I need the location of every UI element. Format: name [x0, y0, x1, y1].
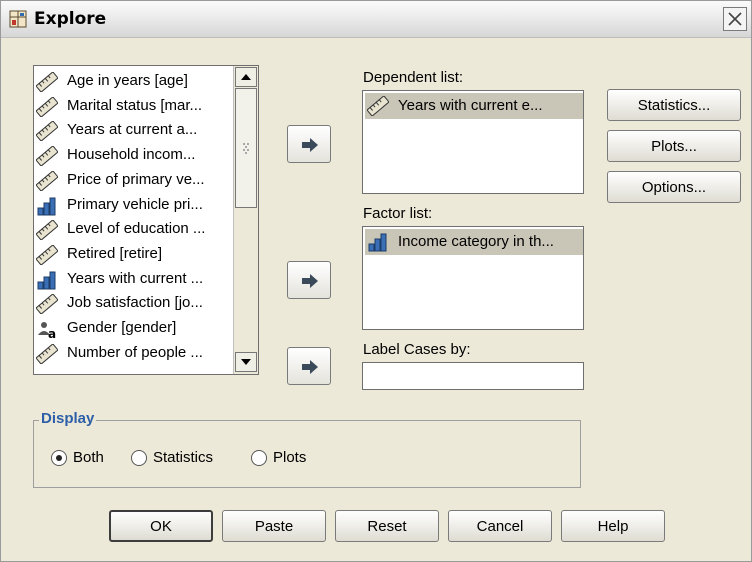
dependent-list-box[interactable]: Years with current e... [362, 90, 584, 194]
variable-list-item[interactable]: Household incom... [36, 144, 234, 167]
display-group-title: Display [39, 410, 97, 427]
radio-circle [131, 450, 147, 466]
label-cases-field[interactable] [362, 362, 584, 390]
triangle-up-icon [241, 74, 251, 80]
radio-plots-label: Plots [273, 449, 307, 466]
triangle-down-icon [241, 359, 251, 365]
grip-icon [243, 143, 249, 154]
arrow-right-icon [302, 138, 318, 152]
variable-list-item[interactable]: Years with current ... [36, 268, 234, 291]
explore-app-icon [9, 10, 27, 28]
radio-circle [51, 450, 67, 466]
help-button[interactable]: Help [561, 510, 665, 542]
variable-list-item[interactable]: Retired [retire] [36, 243, 234, 266]
arrow-right-icon [302, 274, 318, 288]
scroll-thumb[interactable] [235, 88, 257, 208]
variable-list-scrollbar[interactable] [233, 66, 258, 374]
variable-label: Household incom... [67, 146, 196, 164]
title-bar[interactable]: Explore [1, 1, 751, 38]
scale-ruler-icon [36, 96, 58, 117]
plots-button[interactable]: Plots... [607, 130, 741, 162]
variable-list-item[interactable]: Marital status [mar... [36, 95, 234, 118]
radio-statistics-label: Statistics [153, 449, 214, 466]
close-button[interactable] [723, 7, 747, 31]
statistics-button[interactable]: Statistics... [607, 89, 741, 121]
ordinal-bars-icon [37, 271, 56, 290]
scale-ruler-icon [36, 343, 58, 364]
variable-label: Number of people ... [67, 343, 203, 361]
arrow-right-icon [302, 360, 318, 374]
scale-ruler-icon [36, 121, 58, 142]
variable-label: Age in years [age] [67, 72, 188, 89]
variable-label: Price of primary ve... [67, 170, 205, 188]
dependent-list-label: Dependent list: [363, 69, 464, 86]
scroll-down-button[interactable] [235, 352, 257, 372]
variable-list-item[interactable]: Price of primary ve... [36, 169, 234, 192]
nominal-string-icon: a [38, 322, 56, 339]
ordinal-bars-icon [37, 197, 56, 215]
svg-text:a: a [48, 327, 56, 339]
radio-statistics[interactable]: Statistics [131, 448, 237, 470]
scale-ruler-icon [36, 220, 58, 241]
window-title: Explore [34, 9, 107, 29]
radio-selected-dot [56, 455, 62, 461]
options-button[interactable]: Options... [607, 171, 741, 203]
cancel-button[interactable]: Cancel [448, 510, 552, 542]
variable-list-item[interactable]: Level of education ... [36, 218, 234, 241]
variable-label: Level of education ... [67, 220, 206, 238]
label-cases-label: Label Cases by: [363, 341, 471, 358]
source-variable-list[interactable]: Number of people ... a Gender [gender] Job … [33, 65, 259, 375]
radio-both[interactable]: Both [51, 448, 117, 470]
variable-label: Years at current a... [67, 121, 198, 139]
move-to-label-cases-button[interactable] [287, 347, 331, 385]
dependent-list-item[interactable]: Years with current e... [365, 93, 583, 119]
radio-both-label: Both [73, 449, 104, 466]
close-icon [728, 12, 742, 26]
scale-ruler-icon [36, 146, 58, 167]
move-to-dependent-button[interactable] [287, 125, 331, 163]
paste-button[interactable]: Paste [222, 510, 326, 542]
variable-list-item[interactable]: Primary vehicle pri... [36, 194, 234, 217]
explore-dialog: Explore Number of people ... a Gender [gen… [0, 0, 752, 562]
scale-ruler-icon [36, 72, 58, 92]
variable-label: Marital status [mar... [67, 96, 203, 114]
ok-button[interactable]: OK [109, 510, 213, 542]
variable-list-item[interactable]: Number of people ... [36, 342, 234, 365]
variable-list-item[interactable]: Job satisfaction [jo... [36, 292, 234, 315]
variable-label: Years with current ... [67, 269, 204, 287]
variable-list-item[interactable]: Age in years [age] [36, 70, 234, 93]
scroll-up-button[interactable] [235, 67, 257, 87]
variable-label: Job satisfaction [jo... [67, 294, 203, 312]
ordinal-bars-icon [368, 233, 387, 252]
reset-button[interactable]: Reset [335, 510, 439, 542]
scale-ruler-icon [36, 244, 58, 265]
variable-list-item[interactable]: a Gender [gender] [36, 317, 234, 340]
variable-label: Retired [retire] [67, 244, 163, 262]
radio-circle [251, 450, 267, 466]
move-to-factor-button[interactable] [287, 261, 331, 299]
variable-list-item[interactable]: Years at current a... [36, 119, 234, 142]
variable-label: Gender [gender] [67, 319, 177, 336]
factor-list-item[interactable]: Income category in th... [365, 229, 583, 255]
scale-ruler-icon [367, 96, 389, 116]
dependent-item-label: Years with current e... [398, 97, 543, 114]
factor-list-box[interactable]: Income category in th... [362, 226, 584, 330]
scale-ruler-icon [36, 170, 58, 191]
factor-item-label: Income category in th... [398, 233, 554, 250]
factor-list-label: Factor list: [363, 205, 433, 222]
variable-label: Primary vehicle pri... [67, 195, 203, 213]
scale-ruler-icon [36, 294, 58, 315]
radio-plots[interactable]: Plots [251, 448, 321, 470]
